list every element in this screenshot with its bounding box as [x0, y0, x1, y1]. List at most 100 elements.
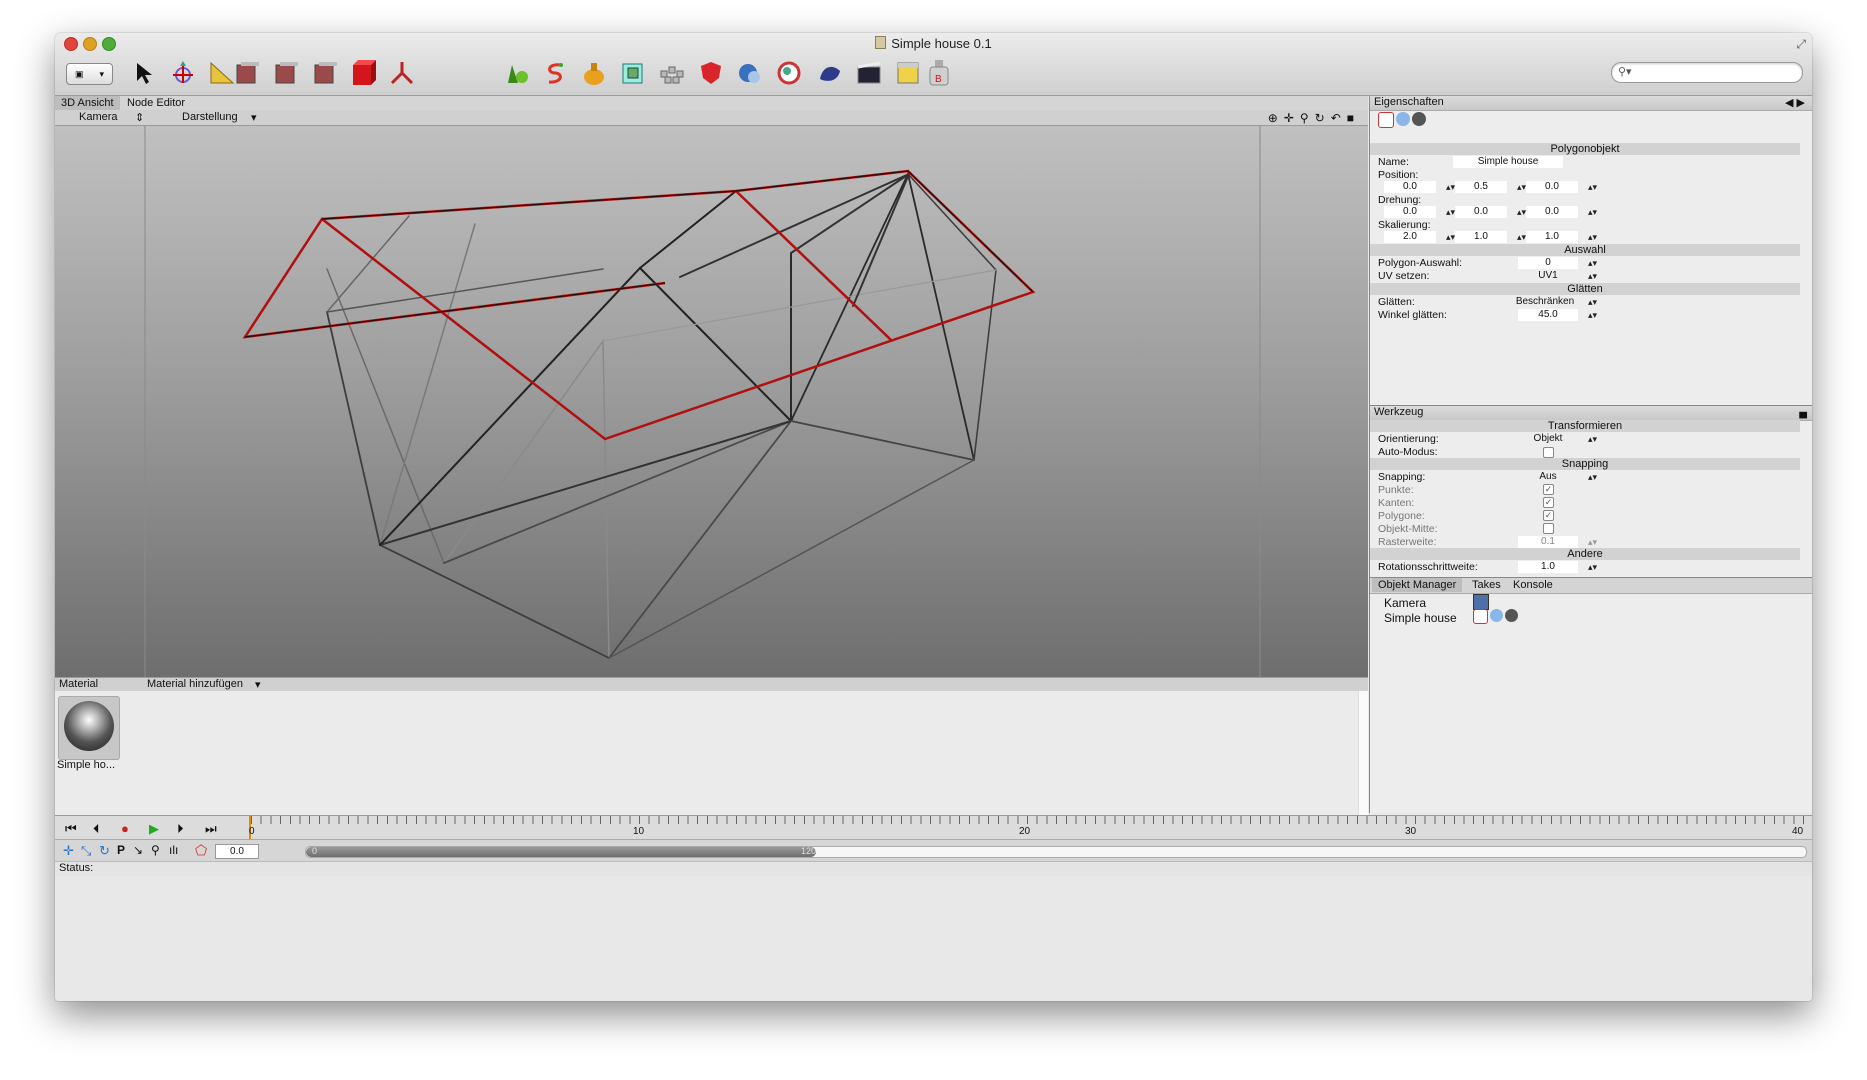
light-ring-icon[interactable]	[774, 57, 804, 89]
maximize-view-icon[interactable]: ■	[1347, 111, 1354, 125]
camera-menu[interactable]: Kamera	[79, 111, 118, 123]
stepper-icon[interactable]: ▴▾	[1588, 433, 1597, 445]
stepper-icon[interactable]: ▴▾	[1446, 231, 1455, 243]
timeline[interactable]: 0 10 20 30 40 ⏮ ⏴ ● ▶ ⏵ ⏭	[55, 815, 1812, 840]
display-menu[interactable]: Darstellung	[182, 111, 238, 123]
3d-viewport[interactable]	[55, 126, 1368, 677]
polygon-mode-icon[interactable]: ⬠	[195, 842, 207, 859]
scale-x-field[interactable]: 2.0	[1384, 231, 1436, 243]
mograph-icon[interactable]	[657, 57, 687, 89]
zoom-icon[interactable]: ⚲	[1300, 111, 1309, 125]
tab-takes[interactable]: Takes	[1466, 578, 1507, 592]
keyframe-icon[interactable]: ⚲	[151, 843, 160, 857]
orientation-select[interactable]: Objekt	[1518, 433, 1578, 445]
tab-console[interactable]: Konsole	[1507, 578, 1559, 592]
tab-object-manager[interactable]: Objekt Manager	[1372, 578, 1463, 592]
search-field[interactable]: ⚲▾	[1611, 62, 1803, 83]
snap-center-checkbox[interactable]	[1543, 523, 1554, 534]
dynamics-shield-icon[interactable]	[696, 57, 726, 89]
material-tag-icon[interactable]	[1505, 609, 1518, 622]
nav-arrows-icon[interactable]: ◀ ▶	[1785, 96, 1805, 109]
position-y-field[interactable]: 0.5	[1455, 181, 1507, 193]
name-field[interactable]: Simple house	[1453, 156, 1563, 168]
grid-width-field[interactable]: 0.1	[1518, 536, 1578, 548]
render-settings-icon[interactable]	[893, 57, 923, 89]
rotate-icon[interactable]: ↻	[99, 843, 110, 859]
previous-frame-icon[interactable]: ⏴	[93, 821, 100, 837]
object-row-simple-house[interactable]: Simple house	[1384, 611, 1457, 625]
smooth-angle-field[interactable]: 45.0	[1518, 309, 1578, 321]
stepper-icon[interactable]: ▴▾	[1588, 257, 1597, 269]
sculpt-icon[interactable]	[815, 57, 845, 89]
move-tool-icon[interactable]	[168, 57, 198, 89]
material-thumbnail[interactable]	[58, 696, 120, 760]
uv-tag-icon[interactable]	[1490, 609, 1503, 622]
spline-icon[interactable]	[540, 57, 570, 89]
stepper-icon[interactable]: ▴▾	[1446, 181, 1455, 193]
parameter-icon[interactable]: P	[117, 843, 125, 857]
polygon-tag-icon[interactable]	[1473, 609, 1488, 624]
stepper-icon[interactable]: ▴▾	[1588, 270, 1597, 282]
scale-z-field[interactable]: 1.0	[1526, 231, 1578, 243]
tab-3d-view[interactable]: 3D Ansicht	[55, 96, 120, 110]
cube-polygons-icon[interactable]	[309, 57, 339, 89]
add-material-menu[interactable]: Material hinzufügen	[147, 678, 243, 690]
snap-edges-checkbox[interactable]: ✓	[1543, 497, 1554, 508]
fcurve-icon[interactable]: ılı	[169, 843, 178, 857]
stepper-icon[interactable]: ▴▾	[1588, 296, 1597, 308]
go-to-start-icon[interactable]: ⏮	[65, 821, 77, 837]
center-view-icon[interactable]: ⊕	[1268, 111, 1278, 125]
snap-polygons-checkbox[interactable]: ✓	[1543, 510, 1554, 521]
rotation-p-field[interactable]: 0.0	[1455, 206, 1507, 218]
render-view-icon[interactable]	[854, 57, 884, 89]
position-z-field[interactable]: 0.0	[1526, 181, 1578, 193]
timeline-ruler[interactable]	[251, 816, 1804, 824]
uv-tag-icon[interactable]	[1396, 112, 1410, 126]
rotate-view-icon[interactable]: ↻	[1315, 111, 1325, 125]
material-tag-icon[interactable]	[1412, 112, 1426, 126]
play-icon[interactable]: ▶	[149, 821, 159, 837]
cube-points-icon[interactable]	[231, 57, 261, 89]
character-icon[interactable]	[735, 57, 765, 89]
snapping-select[interactable]: Aus	[1518, 471, 1578, 483]
undo-view-icon[interactable]: ↶	[1331, 111, 1341, 125]
record-icon[interactable]: ●	[121, 821, 129, 836]
next-frame-icon[interactable]: ⏵	[177, 821, 184, 837]
rotation-step-field[interactable]: 1.0	[1518, 561, 1578, 573]
bake-icon[interactable]: B	[924, 57, 954, 89]
rotation-b-field[interactable]: 0.0	[1526, 206, 1578, 218]
stepper-icon[interactable]: ▴▾	[1588, 231, 1597, 243]
material-scrollbar[interactable]	[1358, 691, 1368, 815]
move-icon[interactable]: ✛	[63, 843, 74, 859]
primitives-icon[interactable]	[501, 57, 531, 89]
uv-select[interactable]: UV1	[1518, 270, 1578, 282]
object-row-camera[interactable]: Kamera	[1384, 596, 1426, 610]
rotation-h-field[interactable]: 0.0	[1384, 206, 1436, 218]
pla-icon[interactable]: ↘	[133, 843, 143, 857]
stepper-icon[interactable]: ▴▾	[1588, 561, 1597, 573]
generator-icon[interactable]	[579, 57, 609, 89]
stepper-icon[interactable]: ▴▾	[1588, 181, 1597, 193]
frame-range-slider[interactable]: 0 120	[305, 846, 1807, 858]
scale-y-field[interactable]: 1.0	[1455, 231, 1507, 243]
position-x-field[interactable]: 0.0	[1384, 181, 1436, 193]
go-to-end-icon[interactable]: ⏭	[205, 821, 217, 837]
pan-icon[interactable]: ✛	[1284, 111, 1294, 125]
frame-range-fill[interactable]	[306, 847, 816, 857]
stepper-icon[interactable]: ▴▾	[1588, 309, 1597, 321]
smooth-select[interactable]: Beschränken	[1510, 296, 1580, 308]
stepper-icon[interactable]: ▴▾	[1588, 471, 1597, 483]
stepper-icon[interactable]: ▴▾	[1446, 206, 1455, 218]
cube-object-icon[interactable]	[348, 57, 378, 89]
stepper-icon[interactable]: ▴▾	[1517, 206, 1526, 218]
polygon-selection-field[interactable]: 0	[1518, 257, 1578, 269]
select-arrow-icon[interactable]	[129, 57, 159, 89]
current-frame-field[interactable]: 0.0	[215, 844, 259, 859]
fullscreen-icon[interactable]: ⤢	[1796, 37, 1806, 52]
tab-node-editor[interactable]: Node Editor	[121, 96, 191, 110]
deformer-icon[interactable]	[618, 57, 648, 89]
stepper-icon[interactable]: ▴▾	[1588, 206, 1597, 218]
stepper-icon[interactable]: ▴▾	[1588, 536, 1597, 548]
snap-points-checkbox[interactable]: ✓	[1543, 484, 1554, 495]
polygon-tag-icon[interactable]	[1378, 112, 1394, 128]
